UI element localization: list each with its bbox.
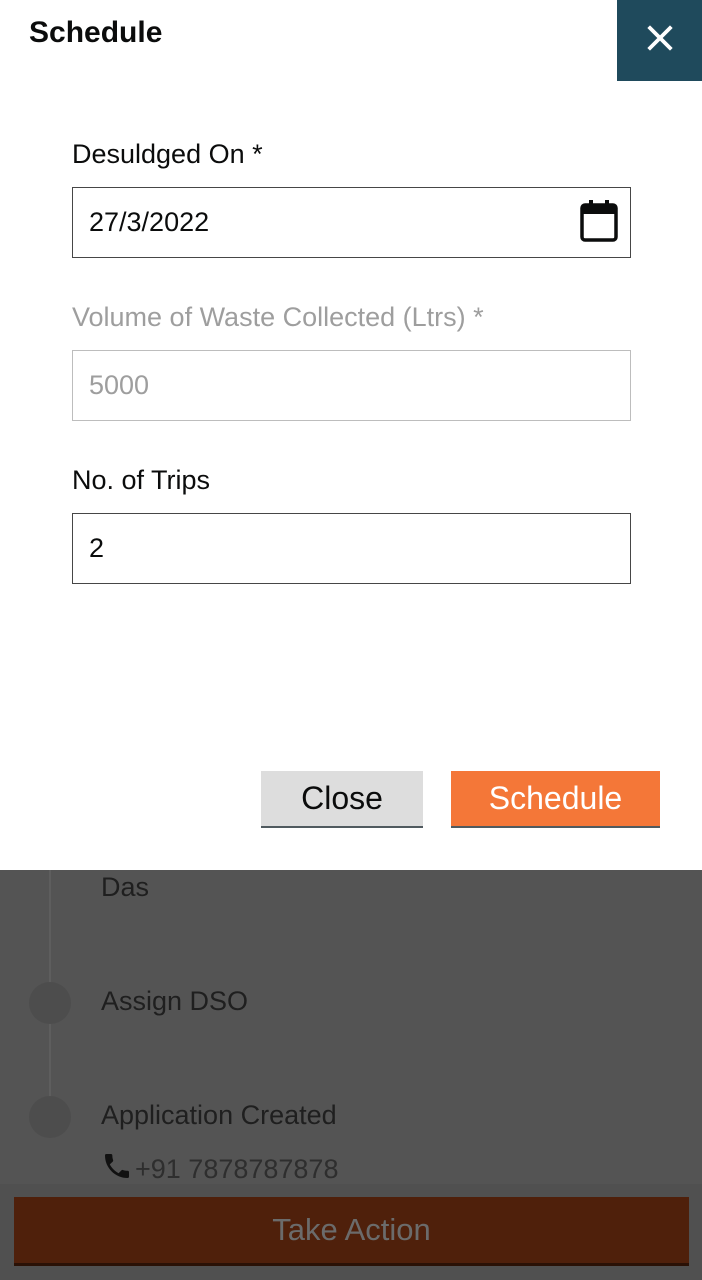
timeline-item-assign-dso: Assign DSO bbox=[101, 986, 249, 1016]
calendar-icon[interactable] bbox=[580, 200, 618, 242]
modal-title: Schedule bbox=[29, 16, 163, 49]
waste-volume-input: 5000 bbox=[72, 350, 631, 421]
timeline-dot bbox=[29, 982, 71, 1024]
trips-label: No. of Trips bbox=[72, 465, 211, 495]
schedule-button[interactable]: Schedule bbox=[451, 771, 660, 828]
close-button[interactable]: Close bbox=[261, 771, 423, 828]
trips-input[interactable]: 2 bbox=[72, 513, 631, 584]
take-action-button[interactable]: Take Action bbox=[14, 1197, 689, 1266]
trips-value: 2 bbox=[89, 533, 105, 563]
schedule-modal: Schedule Desuldged On * 27/3/2022 Volume… bbox=[0, 0, 702, 870]
close-icon bbox=[645, 23, 675, 58]
desludged-on-label: Desuldged On * bbox=[72, 139, 263, 169]
waste-volume-label: Volume of Waste Collected (Ltrs) * bbox=[72, 302, 484, 332]
waste-volume-value: 5000 bbox=[89, 370, 150, 400]
timeline-item-application-created: Application Created bbox=[101, 1100, 337, 1130]
timeline-text-das: Das bbox=[101, 872, 150, 902]
phone-number: +91 7878787878 bbox=[135, 1154, 339, 1184]
desludged-on-date-input[interactable]: 27/3/2022 bbox=[72, 187, 631, 258]
close-modal-button[interactable] bbox=[617, 0, 702, 81]
timeline-dot bbox=[29, 1096, 71, 1138]
desludged-on-value: 27/3/2022 bbox=[89, 207, 210, 237]
